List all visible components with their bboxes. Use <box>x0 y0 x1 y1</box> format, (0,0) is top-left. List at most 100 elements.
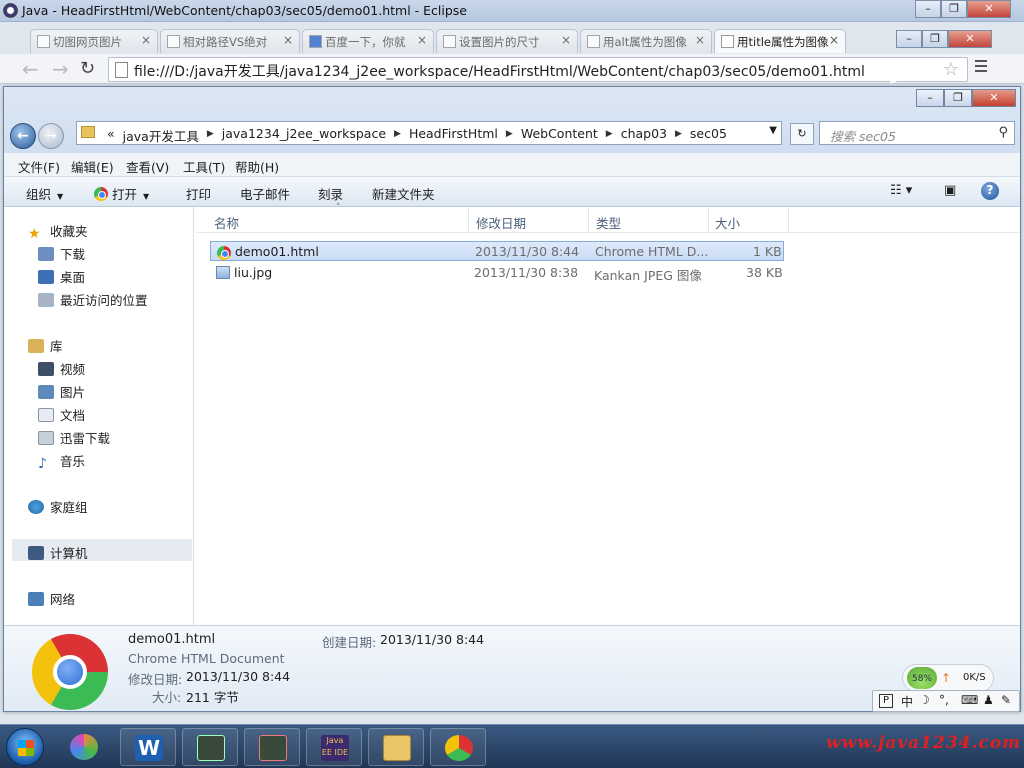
close-tab-icon[interactable]: × <box>561 33 571 47</box>
menu-view[interactable]: 查看(V) <box>126 157 169 176</box>
nav-downloads[interactable]: 下载 <box>38 244 85 263</box>
file-row[interactable]: liu.jpg 2013/11/30 8:38 Kankan JPEG 图像 3… <box>210 263 784 283</box>
browser-tab[interactable]: 用alt属性为图像 × <box>580 29 712 53</box>
settings-wrench-icon[interactable]: ✎ <box>1001 693 1011 707</box>
chevron-right-icon[interactable]: ▶ <box>602 126 617 145</box>
eclipse-title-bar[interactable]: Java - HeadFirstHtml/WebContent/chap03/s… <box>0 0 1024 22</box>
new-folder-button[interactable]: 新建文件夹 <box>372 184 435 203</box>
forward-arrow-icon[interactable]: → <box>52 57 69 81</box>
column-modified[interactable]: 修改日期 <box>476 213 526 232</box>
open-button[interactable]: 打开 ▼ <box>94 184 149 203</box>
close-tab-icon[interactable]: × <box>695 33 705 47</box>
reload-icon[interactable]: ↻ <box>80 58 95 79</box>
column-divider[interactable] <box>708 207 709 233</box>
chevron-right-icon[interactable]: ▶ <box>671 126 686 145</box>
minimize-icon[interactable]: – <box>915 0 941 18</box>
search-icon[interactable]: ⚲ <box>998 125 1008 140</box>
keyboard-icon[interactable]: ⌨ <box>961 693 978 707</box>
half-width-icon[interactable]: ☽ <box>919 693 930 707</box>
punctuation-icon[interactable]: °, <box>939 693 949 707</box>
menu-icon[interactable] <box>975 60 987 72</box>
breadcrumb-item[interactable]: java1234_j2ee_workspace <box>218 126 390 145</box>
organize-button[interactable]: 组织 ▼ <box>26 184 63 203</box>
column-divider[interactable] <box>468 207 469 233</box>
nav-computer[interactable]: 计算机 <box>12 539 192 561</box>
column-divider[interactable] <box>788 207 789 233</box>
nav-desktop[interactable]: 桌面 <box>38 267 85 286</box>
nav-documents[interactable]: 文档 <box>38 405 85 424</box>
maximize-icon[interactable]: ❐ <box>944 89 972 107</box>
back-button[interactable]: ← <box>10 123 36 149</box>
taskbar-app[interactable]: W <box>120 728 176 766</box>
chevron-right-icon[interactable]: ▶ <box>502 126 517 145</box>
nav-network[interactable]: 网络 <box>28 589 75 608</box>
nav-thunder-downloads[interactable]: 迅雷下载 <box>38 428 110 447</box>
nav-favorites[interactable]: ★ 收藏夹 <box>28 221 88 241</box>
browser-tab[interactable]: 相对路径VS绝对 × <box>160 29 300 53</box>
taskbar-app[interactable] <box>430 728 486 766</box>
chevron-right-icon[interactable]: ▶ <box>203 126 218 145</box>
browser-tab[interactable]: 百度一下，你就 × <box>302 29 434 53</box>
address-bar[interactable]: file:///D:/java开发工具/java1234_j2ee_worksp… <box>108 57 968 82</box>
taskbar-app[interactable]: Java EE IDE <box>306 728 362 766</box>
ime-logo-icon[interactable]: P <box>879 694 893 708</box>
menu-tools[interactable]: 工具(T) <box>183 157 225 176</box>
help-icon[interactable]: ? <box>981 182 999 200</box>
chevron-down-icon[interactable]: ▼ <box>769 125 777 136</box>
preview-pane-icon[interactable]: ▣ <box>944 183 956 198</box>
burn-button[interactable]: 刻录 <box>318 184 343 203</box>
minimize-icon[interactable]: – <box>896 30 922 48</box>
browser-tab-active[interactable]: 用title属性为图像 × <box>714 29 846 53</box>
close-tab-icon[interactable]: × <box>417 33 427 47</box>
network-speed-widget[interactable]: 58% ↑ 0K/S <box>902 664 994 692</box>
taskbar-app[interactable] <box>244 728 300 766</box>
breadcrumb-item[interactable]: java开发工具 <box>119 126 203 145</box>
taskbar-app[interactable] <box>56 728 112 766</box>
print-button[interactable]: 打印 <box>186 184 211 203</box>
nav-pictures[interactable]: 图片 <box>38 382 85 401</box>
close-icon[interactable]: ✕ <box>972 89 1016 107</box>
nav-recent[interactable]: 最近访问的位置 <box>38 290 148 309</box>
file-row-selected[interactable]: demo01.html 2013/11/30 8:44 Chrome HTML … <box>210 241 784 261</box>
browser-tab[interactable]: 切图网页图片 × <box>30 29 158 53</box>
close-tab-icon[interactable]: × <box>141 33 151 47</box>
browser-tab[interactable]: 设置图片的尺寸 × <box>436 29 578 53</box>
breadcrumb-item[interactable]: WebContent <box>517 126 602 145</box>
column-size[interactable]: 大小 <box>715 213 740 232</box>
nav-videos[interactable]: 视频 <box>38 359 85 378</box>
chevron-right-icon[interactable]: ▶ <box>390 126 405 145</box>
close-tab-icon[interactable]: × <box>283 33 293 47</box>
maximize-icon[interactable]: ❐ <box>941 0 967 18</box>
close-icon[interactable]: ✕ <box>967 0 1011 18</box>
taskbar-app[interactable] <box>368 728 424 766</box>
column-divider[interactable] <box>588 207 589 233</box>
address-breadcrumb-bar[interactable]: « java开发工具 ▶ java1234_j2ee_workspace ▶ Hea… <box>76 121 782 145</box>
menu-edit[interactable]: 编辑(E) <box>71 157 114 176</box>
menu-help[interactable]: 帮助(H) <box>235 157 279 176</box>
maximize-icon[interactable]: ❐ <box>922 30 948 48</box>
taskbar-app[interactable] <box>182 728 238 766</box>
nav-libraries[interactable]: 库 <box>28 336 63 355</box>
breadcrumb-item[interactable]: sec05 <box>686 126 731 145</box>
ime-toolbar[interactable]: P 中 ☽ °, ⌨ ♟ ✎ <box>872 690 1020 712</box>
user-icon[interactable]: ♟ <box>983 693 994 707</box>
breadcrumb-item[interactable]: HeadFirstHtml <box>405 126 502 145</box>
breadcrumb-overflow[interactable]: « <box>103 126 119 145</box>
bookmark-star-icon[interactable]: ☆ <box>943 59 959 80</box>
search-input[interactable]: 搜索 sec05 ⚲ <box>819 121 1015 145</box>
refresh-button[interactable]: ↻ <box>790 123 814 145</box>
email-button[interactable]: 电子邮件 <box>240 184 290 203</box>
column-name[interactable]: 名称 <box>214 213 239 232</box>
close-tab-icon[interactable]: × <box>829 33 839 47</box>
close-icon[interactable]: ✕ <box>948 30 992 48</box>
column-type[interactable]: 类型 <box>596 213 621 232</box>
nav-homegroup[interactable]: 家庭组 <box>28 497 88 516</box>
view-options-icon[interactable]: ☷ ▾ <box>890 183 912 198</box>
breadcrumb-item[interactable]: chap03 <box>617 126 671 145</box>
minimize-icon[interactable]: – <box>916 89 944 107</box>
back-arrow-icon[interactable]: ← <box>22 57 39 81</box>
ime-mode[interactable]: 中 <box>901 693 913 710</box>
menu-file[interactable]: 文件(F) <box>18 157 60 176</box>
start-button[interactable] <box>6 728 44 766</box>
forward-button[interactable]: → <box>38 123 64 149</box>
